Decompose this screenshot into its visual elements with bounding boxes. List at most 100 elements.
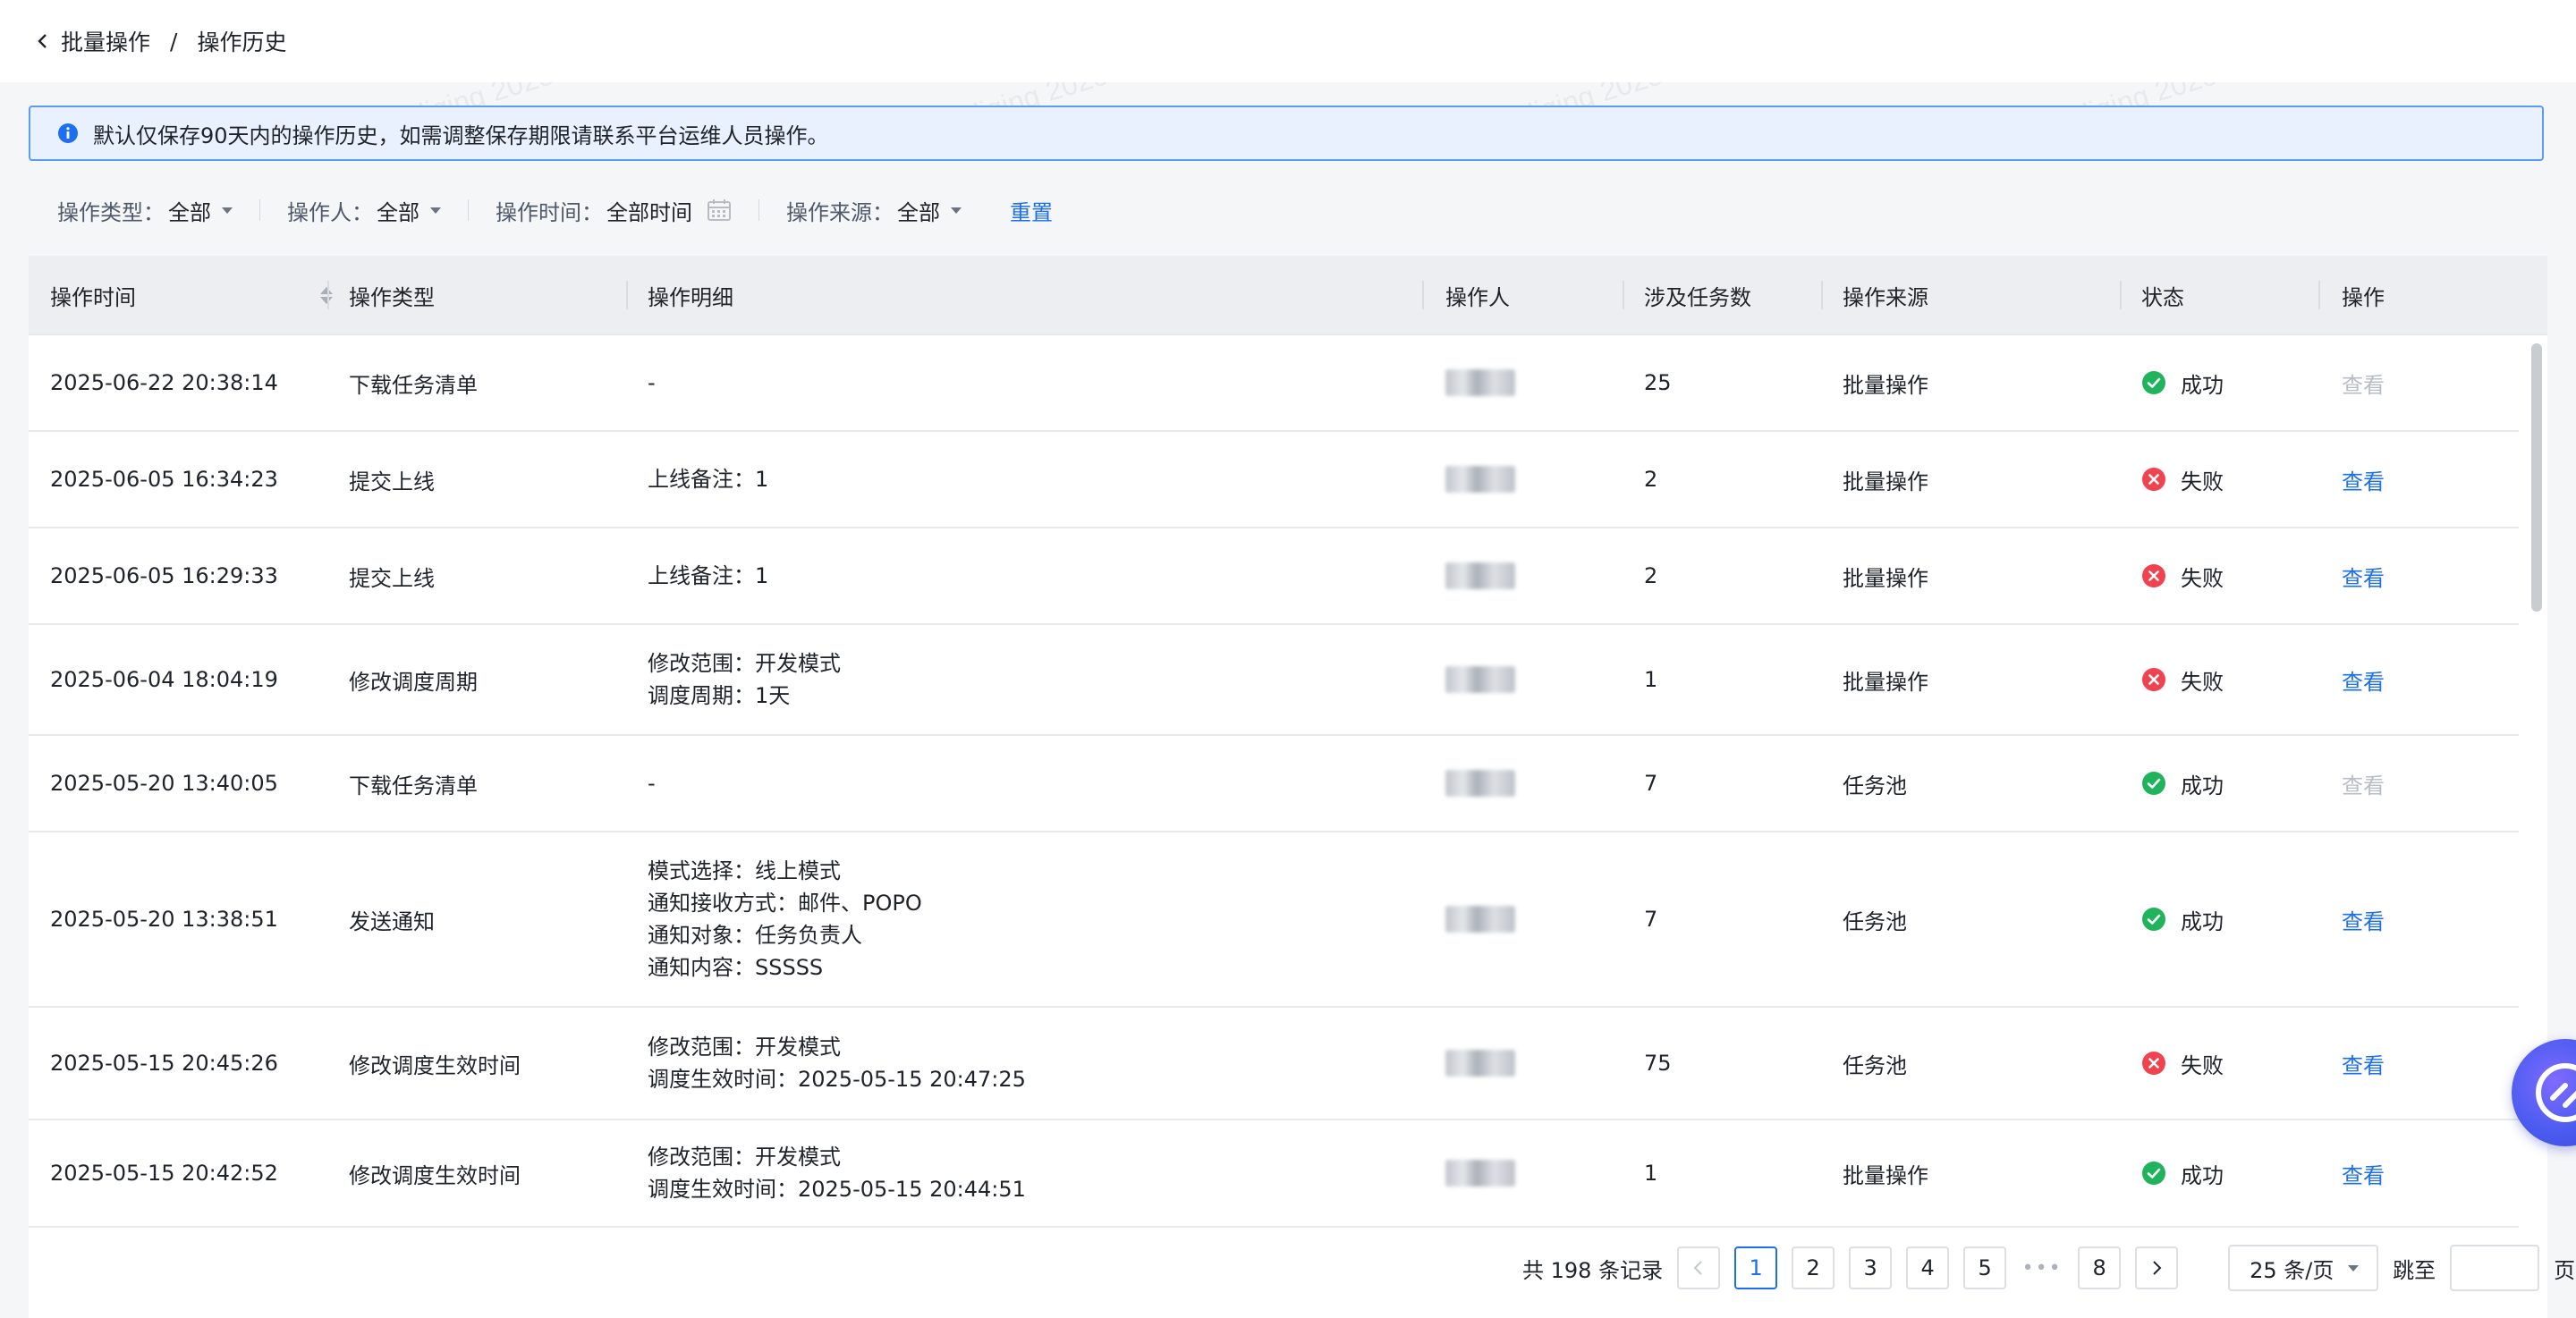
pagination: 共 198 条记录 1 2 3 4 5 ••• 8 25 条/页 跳至 页 <box>1522 1245 2575 1291</box>
status-text: 成功 <box>2181 1162 2224 1188</box>
cell-detail: - <box>648 736 656 831</box>
cell-operator <box>1445 432 1515 527</box>
table-body: 2025-06-22 20:38:14 下载任务清单 -25 批量操作 成功 查看 2025… <box>29 335 2547 1228</box>
cell-operator <box>1445 528 1515 623</box>
total-records: 共 198 条记录 <box>1522 1257 1664 1283</box>
cell-type: 提交上线 <box>349 469 435 494</box>
cell-type: 下载任务清单 <box>349 773 478 798</box>
page-button[interactable]: 5 <box>1963 1246 2007 1289</box>
cell-source: 任务池 <box>1843 1052 1907 1078</box>
table-row: 2025-06-05 16:29:33 提交上线 上线备注：1 2 批量操作 失败 查看 <box>29 528 2519 625</box>
page-button[interactable]: 4 <box>1906 1246 1950 1289</box>
cell-status: 成功 <box>2141 335 2224 430</box>
caret-down-icon <box>430 207 441 214</box>
table-row: 2025-05-20 13:40:05 下载任务清单 - 7 任务池 成功 查看 <box>29 736 2519 832</box>
detail-line: 通知接收方式：邮件、POPO <box>648 891 922 916</box>
column-divider <box>1821 281 1823 309</box>
detail-line: 模式选择：线上模式 <box>648 858 841 883</box>
cell-status: 失败 <box>2141 528 2224 623</box>
column-header-detail: 操作明细 <box>648 284 733 310</box>
breadcrumb-current: 操作历史 <box>197 30 287 55</box>
page-button[interactable]: 3 <box>1849 1246 1893 1289</box>
filter-operation-type[interactable]: 操作类型： 全部 <box>29 195 259 226</box>
fail-cross-icon <box>2142 564 2165 587</box>
view-link[interactable]: 查看 <box>2342 1048 2385 1079</box>
operator-name-blurred <box>1445 562 1515 589</box>
caret-down-icon <box>2348 1264 2360 1272</box>
prev-page-button[interactable] <box>1677 1246 1721 1289</box>
cell-operator <box>1445 736 1515 831</box>
detail-line: 通知对象：任务负责人 <box>648 923 862 948</box>
column-divider <box>2318 281 2320 309</box>
fail-cross-icon <box>2142 1052 2165 1075</box>
back-arrow-icon[interactable] <box>25 23 61 59</box>
cell-detail: 修改范围：开发模式 调度生效时间：2025-05-15 20:44:51 <box>648 1120 1026 1226</box>
status-text: 失败 <box>2181 669 2224 695</box>
history-table: 操作时间 操作类型 操作明细 操作人 涉及任务数 操作来源 状态 操作 2025… <box>29 256 2547 1318</box>
table-header: 操作时间 操作类型 操作明细 操作人 涉及任务数 操作来源 状态 操作 <box>29 256 2547 335</box>
page-button[interactable]: 2 <box>1792 1246 1835 1289</box>
cell-operator <box>1445 832 1515 1006</box>
filter-operator[interactable]: 操作人： 全部 <box>260 195 468 226</box>
page-button[interactable]: 8 <box>2078 1246 2122 1289</box>
page-size-select[interactable]: 25 条/页 <box>2228 1245 2379 1291</box>
view-link[interactable]: 查看 <box>2342 904 2385 935</box>
cell-status: 成功 <box>2141 1120 2224 1226</box>
status-badge: 成功 <box>2141 768 2224 799</box>
jump-page-input[interactable] <box>2450 1245 2540 1291</box>
filter-value: 全部 <box>897 199 940 225</box>
detail-line: - <box>648 370 656 395</box>
assistant-float-button[interactable] <box>2512 1039 2576 1146</box>
cell-action: 查看 <box>2342 1008 2385 1119</box>
cell-action: 查看 <box>2342 736 2385 831</box>
status-text: 成功 <box>2181 372 2224 398</box>
status-badge: 成功 <box>2141 1158 2224 1189</box>
next-page-button[interactable] <box>2135 1246 2179 1289</box>
breadcrumb-parent[interactable]: 批量操作 <box>61 25 150 57</box>
filter-value: 全部时间 <box>606 199 692 225</box>
cell-operator <box>1445 335 1515 430</box>
page-ellipsis[interactable]: ••• <box>2021 1246 2063 1289</box>
cell-time: 2025-06-05 16:34:23 <box>50 467 278 492</box>
view-link[interactable]: 查看 <box>2342 1158 2385 1189</box>
cell-time: 2025-05-20 13:40:05 <box>50 771 278 796</box>
cell-source: 任务池 <box>1843 773 1907 798</box>
cell-task-count: 7 <box>1644 907 1658 932</box>
view-link[interactable]: 查看 <box>2342 664 2385 696</box>
operator-name-blurred <box>1445 666 1515 693</box>
status-text: 失败 <box>2181 469 2224 494</box>
view-link[interactable]: 查看 <box>2342 561 2385 592</box>
table-scrollbar[interactable] <box>2531 343 2542 612</box>
cell-action: 查看 <box>2342 625 2385 734</box>
page-size-value: 25 条/页 <box>2250 1257 2334 1283</box>
status-text: 失败 <box>2181 565 2224 591</box>
view-link: 查看 <box>2342 773 2385 798</box>
sort-icon[interactable] <box>320 286 333 304</box>
table-row: 2025-06-05 16:34:23 提交上线 上线备注：1 2 批量操作 失败 查看 <box>29 432 2519 528</box>
filter-bar: 操作类型： 全部 操作人： 全部 操作时间： 全部时间 操作来源： 全部 重置 <box>29 188 1053 232</box>
table-row: 2025-06-04 18:04:19 修改调度周期 修改范围：开发模式 调度周期：1… <box>29 625 2519 736</box>
status-badge: 失败 <box>2141 464 2224 495</box>
reset-button[interactable]: 重置 <box>988 195 1053 226</box>
detail-line: - <box>648 771 656 796</box>
detail-line: 调度生效时间：2025-05-15 20:44:51 <box>648 1177 1026 1202</box>
status-text: 成功 <box>2181 773 2224 798</box>
column-header-time[interactable]: 操作时间 <box>50 256 333 334</box>
status-badge: 失败 <box>2141 1048 2224 1079</box>
cell-type: 发送通知 <box>349 908 435 934</box>
status-badge: 成功 <box>2141 368 2224 399</box>
cell-status: 成功 <box>2141 832 2224 1006</box>
column-divider <box>2120 281 2122 309</box>
view-link[interactable]: 查看 <box>2342 464 2385 495</box>
operator-name-blurred <box>1445 770 1515 797</box>
filter-operation-source[interactable]: 操作来源： 全部 <box>759 195 988 226</box>
cell-source: 批量操作 <box>1843 372 1928 398</box>
status-badge: 失败 <box>2141 561 2224 592</box>
cell-task-count: 7 <box>1644 771 1658 796</box>
cell-source: 批量操作 <box>1843 669 1928 695</box>
page-button[interactable]: 1 <box>1734 1246 1778 1289</box>
cell-operator <box>1445 1120 1515 1226</box>
cell-operator <box>1445 625 1515 734</box>
detail-line: 调度生效时间：2025-05-15 20:47:25 <box>648 1067 1026 1092</box>
filter-operation-time[interactable]: 操作时间： 全部时间 <box>469 195 758 226</box>
